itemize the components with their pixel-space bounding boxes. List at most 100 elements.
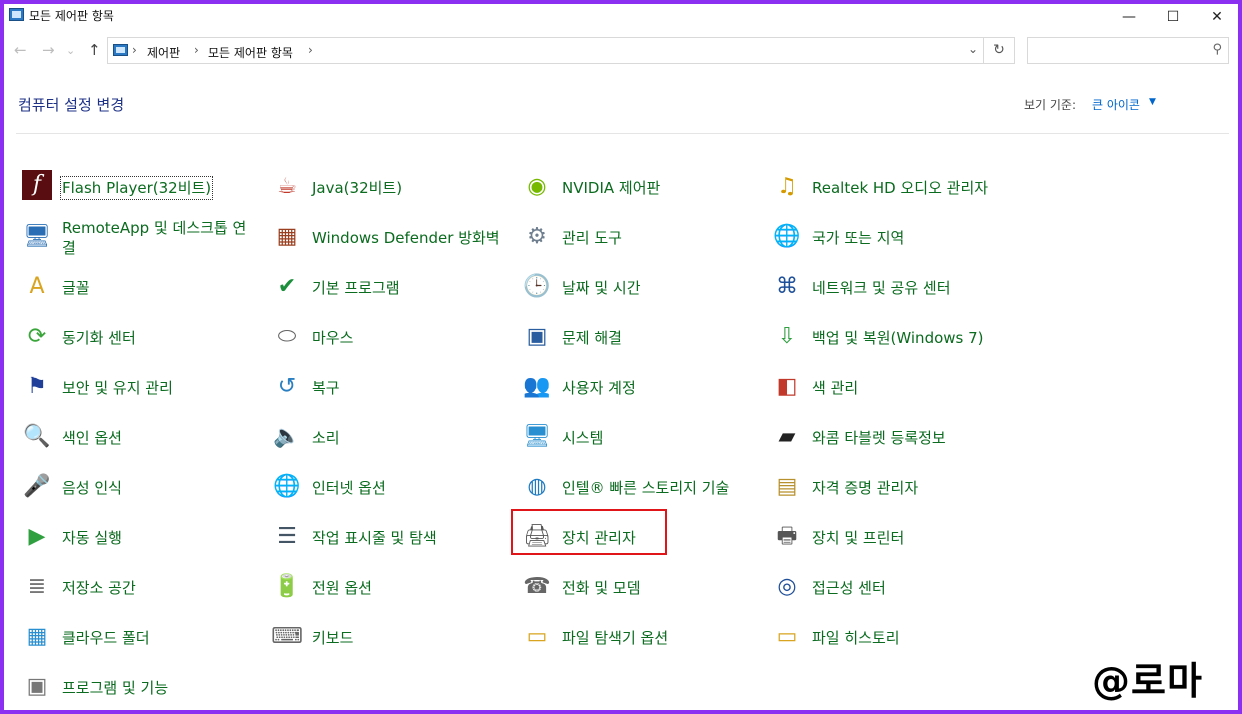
item-label: NVIDIA 제어판 xyxy=(562,179,661,197)
item-label: 자격 증명 관리자 xyxy=(812,479,919,497)
control-panel-item-user-accounts[interactable]: 👥 사용자 계정 xyxy=(520,368,765,412)
control-panel-item-troubleshoot[interactable]: ▣ 문제 해결 xyxy=(520,318,765,362)
control-panel-window: 모든 제어판 항목 — ☐ ✕ ← → ⌄ ↑ › 제어판 › 모든 제어판 항… xyxy=(4,4,1238,710)
item-label: 클라우드 폴더 xyxy=(62,629,150,647)
item-label: 네트워크 및 공유 센터 xyxy=(812,279,951,297)
sound-icon: 🔈 xyxy=(273,424,301,449)
control-panel-item-intel-storage[interactable]: ◍ 인텔® 빠른 스토리지 기술 xyxy=(520,468,765,512)
system-icon: 🖥 xyxy=(523,424,551,449)
control-panel-item-sound[interactable]: 🔈 소리 xyxy=(270,418,515,462)
item-label: 와콤 타블렛 등록정보 xyxy=(812,429,946,447)
fonts-icon: A xyxy=(29,274,45,299)
control-panel-item-storage-spaces[interactable]: ≣ 저장소 공간 xyxy=(20,568,265,612)
item-label: 키보드 xyxy=(312,629,354,647)
control-panel-item-ease-of-access[interactable]: ◎ 접근성 센터 xyxy=(770,568,1015,612)
control-panel-item-autoplay[interactable]: ▶ 자동 실행 xyxy=(20,518,265,562)
item-label: 전원 옵션 xyxy=(312,579,372,597)
control-panel-item-wacom-tablet[interactable]: ▰ 와콤 타블렛 등록정보 xyxy=(770,418,1015,462)
item-label: 자동 실행 xyxy=(62,529,122,547)
control-panel-item-phone-modem[interactable]: ☎ 전화 및 모뎀 xyxy=(520,568,765,612)
control-panel-item-keyboard[interactable]: ⌨ 키보드 xyxy=(270,618,515,662)
item-label: 저장소 공간 xyxy=(62,579,136,597)
control-panel-item-security-flag[interactable]: ⚑ 보안 및 유지 관리 xyxy=(20,368,265,412)
storage-spaces-icon: ≣ xyxy=(27,574,47,599)
item-label: 기본 프로그램 xyxy=(312,279,400,297)
control-panel-item-nvidia[interactable]: ◉ NVIDIA 제어판 xyxy=(520,168,765,212)
item-label: 장치 관리자 xyxy=(562,529,636,547)
item-label: 복구 xyxy=(312,379,340,397)
taskbar-icon: ☰ xyxy=(277,524,297,549)
item-label: RemoteApp 및 데스크톱 연결 xyxy=(62,219,247,257)
color-management-icon: ◧ xyxy=(776,374,798,399)
recovery-icon: ↺ xyxy=(277,374,297,399)
item-label: 작업 표시줄 및 탐색 xyxy=(312,529,437,547)
credential-manager-icon: ▤ xyxy=(776,474,798,499)
item-label: 글꼴 xyxy=(62,279,90,297)
control-panel-item-java[interactable]: ☕ Java(32비트) xyxy=(270,168,515,212)
control-panel-item-mouse[interactable]: ⬭ 마우스 xyxy=(270,318,515,362)
control-panel-item-flash-player[interactable]: f Flash Player(32비트) xyxy=(20,168,265,212)
control-panel-item-speech[interactable]: 🎤 음성 인식 xyxy=(20,468,265,512)
region-icon: 🌐 xyxy=(773,224,801,249)
internet-options-icon: 🌐 xyxy=(273,474,301,499)
control-panel-item-file-history[interactable]: ▭ 파일 히스토리 xyxy=(770,618,1015,662)
item-label: 보안 및 유지 관리 xyxy=(62,379,173,397)
control-panel-item-default-programs[interactable]: ✔ 기본 프로그램 xyxy=(270,268,515,312)
item-label: 인터넷 옵션 xyxy=(312,479,386,497)
wacom-tablet-icon: ▰ xyxy=(778,424,796,449)
control-panel-item-device-manager[interactable]: 🖨 장치 관리자 xyxy=(520,518,765,562)
item-label: Java(32비트) xyxy=(312,179,403,197)
control-panel-item-date-time[interactable]: 🕒 날짜 및 시간 xyxy=(520,268,765,312)
item-label: 프로그램 및 기능 xyxy=(62,679,169,697)
date-time-icon: 🕒 xyxy=(523,274,551,299)
control-panel-item-network[interactable]: ⌘ 네트워크 및 공유 센터 xyxy=(770,268,1015,312)
sync-center-icon: ⟳ xyxy=(27,324,47,349)
control-panel-item-firewall[interactable]: ▦ Windows Defender 방화벽 xyxy=(270,218,515,262)
control-panel-item-cloud-folder[interactable]: ▦ 클라우드 폴더 xyxy=(20,618,265,662)
item-label: 날짜 및 시간 xyxy=(562,279,641,297)
control-panel-item-realtek-audio[interactable]: ♫ Realtek HD 오디오 관리자 xyxy=(770,168,1015,212)
devices-printers-icon: 🖶 xyxy=(776,524,798,549)
power-options-icon: 🔋 xyxy=(273,574,301,599)
control-panel-item-fonts[interactable]: A 글꼴 xyxy=(20,268,265,312)
control-panel-item-region[interactable]: 🌐 국가 또는 지역 xyxy=(770,218,1015,262)
control-panel-item-recovery[interactable]: ↺ 복구 xyxy=(270,368,515,412)
file-explorer-options-icon: ▭ xyxy=(526,624,548,649)
control-panel-item-file-explorer-options[interactable]: ▭ 파일 탐색기 옵션 xyxy=(520,618,765,662)
file-history-icon: ▭ xyxy=(776,624,798,649)
troubleshoot-icon: ▣ xyxy=(526,324,548,349)
item-label: 전화 및 모뎀 xyxy=(562,579,641,597)
item-label: 관리 도구 xyxy=(562,229,622,247)
item-label: 백업 및 복원(Windows 7) xyxy=(812,329,984,347)
device-manager-icon: 🖨 xyxy=(523,524,551,549)
control-panel-item-color-management[interactable]: ◧ 색 관리 xyxy=(770,368,1015,412)
item-label: 색인 옵션 xyxy=(62,429,122,447)
speech-icon: 🎤 xyxy=(23,474,51,499)
control-panel-item-indexing[interactable]: 🔍 색인 옵션 xyxy=(20,418,265,462)
control-panel-item-taskbar[interactable]: ☰ 작업 표시줄 및 탐색 xyxy=(270,518,515,562)
items-grid: f Flash Player(32비트) ☕ Java(32비트) ◉ NVIDIA 제어… xyxy=(4,4,1238,710)
control-panel-item-power-options[interactable]: 🔋 전원 옵션 xyxy=(270,568,515,612)
item-label: 장치 및 프린터 xyxy=(812,529,905,547)
item-label: 인텔® 빠른 스토리지 기술 xyxy=(562,479,730,497)
firewall-icon: ▦ xyxy=(276,224,298,249)
item-label: 음성 인식 xyxy=(62,479,122,497)
admin-tools-icon: ⚙ xyxy=(527,224,547,249)
control-panel-item-devices-printers[interactable]: 🖶 장치 및 프린터 xyxy=(770,518,1015,562)
control-panel-item-remoteapp[interactable]: 🖥 RemoteApp 및 데스크톱 연결 xyxy=(20,218,265,262)
control-panel-item-sync-center[interactable]: ⟳ 동기화 센터 xyxy=(20,318,265,362)
watermark: @로마 xyxy=(1092,659,1203,703)
item-label: 동기화 센터 xyxy=(62,329,136,347)
realtek-audio-icon: ♫ xyxy=(777,174,797,199)
item-label: 마우스 xyxy=(312,329,354,347)
control-panel-item-credential-manager[interactable]: ▤ 자격 증명 관리자 xyxy=(770,468,1015,512)
control-panel-item-programs-features[interactable]: ▣ 프로그램 및 기능 xyxy=(20,668,265,712)
control-panel-item-backup[interactable]: ⇩ 백업 및 복원(Windows 7) xyxy=(770,318,1015,362)
indexing-icon: 🔍 xyxy=(23,424,51,449)
control-panel-item-system[interactable]: 🖥 시스템 xyxy=(520,418,765,462)
control-panel-item-admin-tools[interactable]: ⚙ 관리 도구 xyxy=(520,218,765,262)
control-panel-item-internet-options[interactable]: 🌐 인터넷 옵션 xyxy=(270,468,515,512)
item-label: 소리 xyxy=(312,429,340,447)
item-label: 파일 탐색기 옵션 xyxy=(562,629,669,647)
phone-modem-icon: ☎ xyxy=(523,574,551,599)
